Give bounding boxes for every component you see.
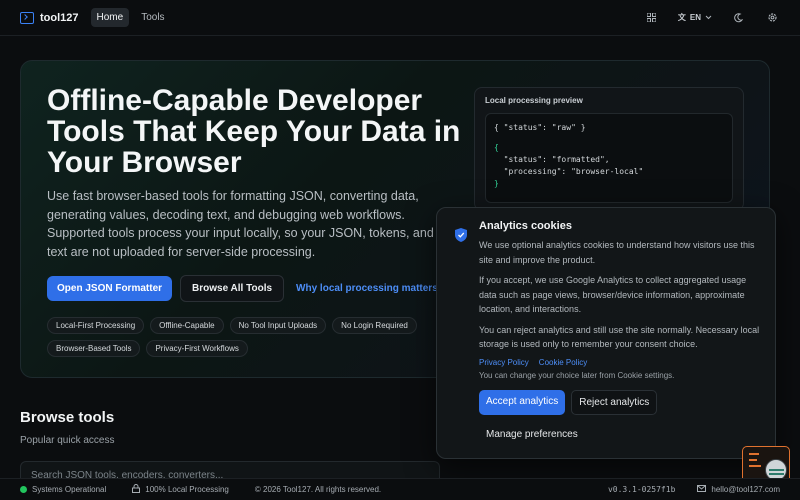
- privacy-policy-link[interactable]: Privacy Policy: [479, 358, 529, 367]
- status-footer: Systems Operational 100% Local Processin…: [0, 478, 800, 500]
- cookie-policy-link[interactable]: Cookie Policy: [539, 358, 587, 367]
- preview-title: Local processing preview: [485, 96, 583, 105]
- browse-tools-heading: Browse tools: [20, 409, 115, 426]
- feature-tag: Browser-Based Tools: [47, 340, 141, 357]
- main-nav: Home Tools: [90, 8, 171, 27]
- terminal-line-icon: [749, 453, 759, 455]
- hero-actions: Open JSON Formatter Browse All Tools Why…: [47, 275, 442, 302]
- code-output-line: "processing": "browser-local": [494, 167, 644, 176]
- copyright-text: © 2026 Tool127. All rights reserved.: [254, 485, 382, 494]
- top-header: tool127 Home Tools 文 EN: [0, 0, 800, 36]
- cookie-note: You can change your choice later from Co…: [479, 370, 675, 380]
- code-preview: { "status": "raw" } { "status": "formatt…: [485, 113, 733, 203]
- cookie-text: You can reject analytics and still use t…: [479, 324, 760, 350]
- why-local-processing-link[interactable]: Why local processing matters: [292, 276, 442, 301]
- shield-icon: [455, 228, 467, 242]
- mail-icon: [697, 485, 707, 494]
- open-json-formatter-button[interactable]: Open JSON Formatter: [47, 276, 173, 301]
- contact-email: hello@tool127.com: [711, 485, 780, 494]
- moon-icon[interactable]: [730, 10, 746, 26]
- feature-tags: Local-First Processing Offline-Capable N…: [47, 317, 447, 357]
- local-processing-preview: Local processing preview { "status": "ra…: [474, 87, 744, 211]
- terminal-line-icon: [749, 465, 761, 467]
- terminal-icon: [20, 11, 34, 24]
- local-processing-label: 100% Local Processing: [145, 485, 229, 494]
- system-status-label: Systems Operational: [32, 485, 107, 494]
- grid-icon[interactable]: [644, 10, 660, 26]
- hero-title: Offline-Capable Developer Tools That Kee…: [47, 84, 461, 179]
- logo[interactable]: tool127: [20, 11, 79, 24]
- analytics-cookie-dialog: Analytics cookies We use optional analyt…: [436, 207, 776, 459]
- copyright: © 2026 Tool127. All rights reserved.: [255, 485, 381, 494]
- local-processing-status: 100% Local Processing: [132, 484, 229, 495]
- footer-right: v0.3.1-0257f1b hello@tool127.com: [608, 485, 780, 494]
- feature-tag: No Login Required: [332, 317, 417, 334]
- code-output-line: "status": "formatted",: [494, 155, 610, 164]
- header-actions: 文 EN: [644, 10, 780, 26]
- code-output-line: }: [494, 179, 499, 188]
- browse-all-tools-button[interactable]: Browse All Tools: [180, 275, 285, 302]
- terminal-line-icon: [749, 459, 757, 461]
- cookie-text: We use optional analytics cookies to und…: [479, 240, 755, 265]
- code-output-line: {: [494, 143, 499, 152]
- feature-tag: Privacy-First Workflows: [146, 340, 248, 357]
- translate-icon: 文: [677, 13, 686, 22]
- nav-home[interactable]: Home: [90, 8, 130, 27]
- language-selector[interactable]: 文 EN: [678, 12, 712, 23]
- cookie-title: Analytics cookies: [479, 220, 572, 232]
- cookie-links: Privacy Policy Cookie Policy: [479, 358, 761, 367]
- nav-tools[interactable]: Tools: [135, 8, 170, 27]
- language-label: EN: [689, 13, 701, 22]
- lock-icon: [132, 484, 141, 495]
- manage-preferences-button[interactable]: Manage preferences: [485, 423, 579, 446]
- feature-tag: Offline-Capable: [150, 317, 224, 334]
- browse-tools-subtitle: Popular quick access: [20, 435, 115, 446]
- feature-tag: Local-First Processing: [47, 317, 145, 334]
- feature-tag: No Tool Input Uploads: [229, 317, 327, 334]
- reject-analytics-button[interactable]: Reject analytics: [571, 389, 658, 415]
- cookie-actions: Accept analytics Reject analytics: [479, 389, 761, 415]
- hero-description: Use fast browser-based tools for formatt…: [47, 189, 434, 259]
- code-input-line: { "status": "raw" }: [494, 123, 586, 132]
- logo-text: tool127: [40, 11, 79, 24]
- status-dot-icon: [20, 486, 27, 493]
- cookie-text: If you accept, we use Google Analytics t…: [479, 275, 747, 314]
- gear-icon[interactable]: [764, 10, 780, 26]
- accept-analytics-button[interactable]: Accept analytics: [479, 389, 566, 415]
- system-status: Systems Operational: [20, 485, 106, 494]
- chevron-down-icon: [705, 13, 712, 22]
- contact-email-link[interactable]: hello@tool127.com: [697, 485, 780, 494]
- version-label: v0.3.1-0257f1b: [607, 485, 676, 494]
